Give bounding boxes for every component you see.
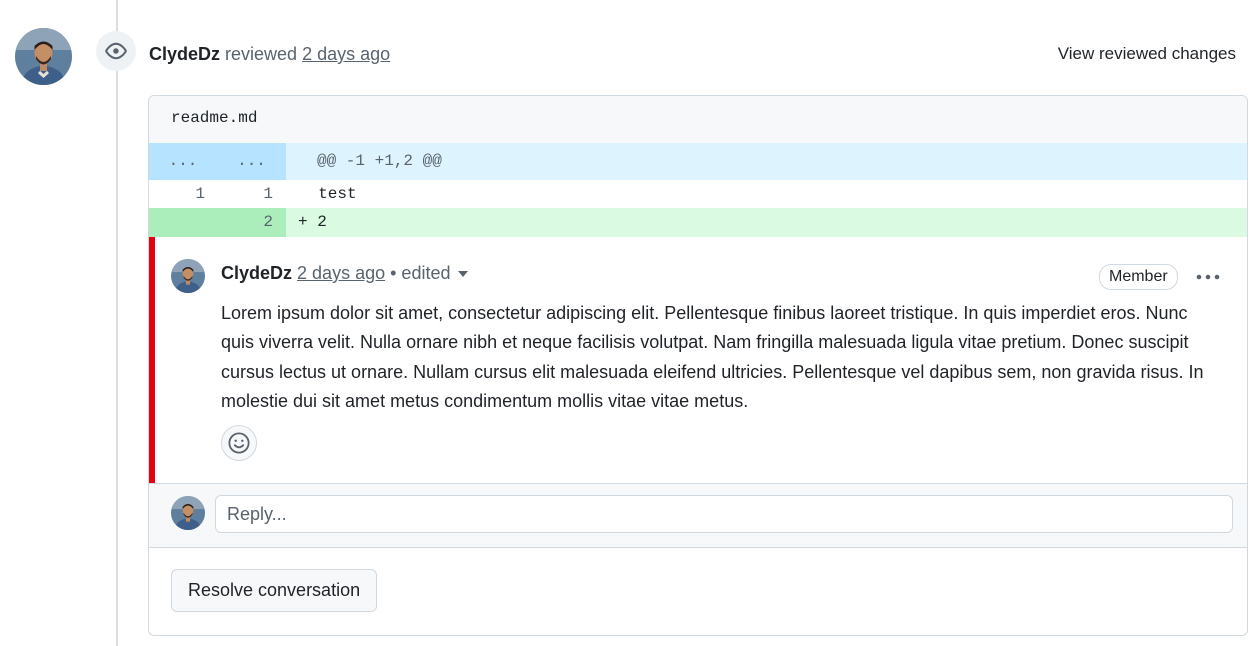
current-user-avatar — [171, 496, 205, 530]
reviewer-avatar[interactable] — [15, 28, 72, 85]
review-thread-card: readme.md ... ... @@ -1 +1,2 @@ 1 1 test… — [148, 95, 1248, 636]
resolve-conversation-button[interactable]: Resolve conversation — [171, 569, 378, 612]
caret-down-icon — [458, 271, 469, 278]
diff-line-code: test — [299, 185, 357, 203]
file-name[interactable]: readme.md — [171, 109, 257, 127]
review-action-text: reviewed — [225, 44, 298, 64]
reply-input[interactable] — [215, 495, 1233, 533]
edited-label: • edited — [390, 263, 451, 283]
review-header: ClydeDz reviewed 2 days ago — [149, 42, 390, 66]
file-header: readme.md — [149, 96, 1247, 144]
add-reaction-button[interactable] — [221, 425, 257, 461]
comment-edited-dropdown[interactable]: • edited — [390, 263, 469, 283]
timeline-line — [116, 0, 118, 646]
hunk-header: @@ -1 +1,2 @@ — [317, 152, 442, 170]
comment-author-avatar[interactable] — [171, 259, 205, 293]
diff-line-addition: 2 + 2 — [149, 208, 1247, 237]
review-timestamp-link[interactable]: 2 days ago — [302, 44, 390, 64]
member-badge: Member — [1099, 264, 1178, 290]
smiley-icon — [228, 432, 250, 454]
thread-highlight-bar — [149, 237, 155, 483]
eye-icon — [96, 31, 136, 71]
reply-area — [149, 483, 1247, 548]
view-reviewed-changes-link[interactable]: View reviewed changes — [1058, 42, 1236, 66]
diff-hunk-row: ... ... @@ -1 +1,2 @@ — [149, 143, 1247, 180]
comment-body: Lorem ipsum dolor sit amet, consectetur … — [221, 303, 1204, 412]
comment-author-link[interactable]: ClydeDz — [221, 263, 292, 283]
diff-line-code: + 2 — [298, 213, 327, 231]
old-line-number[interactable]: 1 — [149, 180, 205, 208]
diff-line-context: 1 1 test — [149, 180, 1247, 208]
hunk-expand-right[interactable]: ... — [217, 143, 286, 180]
review-author-link[interactable]: ClydeDz — [149, 44, 220, 64]
new-line-number[interactable]: 1 — [213, 180, 273, 208]
comment-header: ClydeDz 2 days ago • edited — [221, 261, 469, 285]
hunk-expand-left[interactable]: ... — [149, 143, 217, 180]
kebab-horizontal-icon[interactable] — [1193, 266, 1223, 288]
comment-timestamp-link[interactable]: 2 days ago — [297, 263, 385, 283]
new-line-number[interactable]: 2 — [213, 208, 273, 237]
